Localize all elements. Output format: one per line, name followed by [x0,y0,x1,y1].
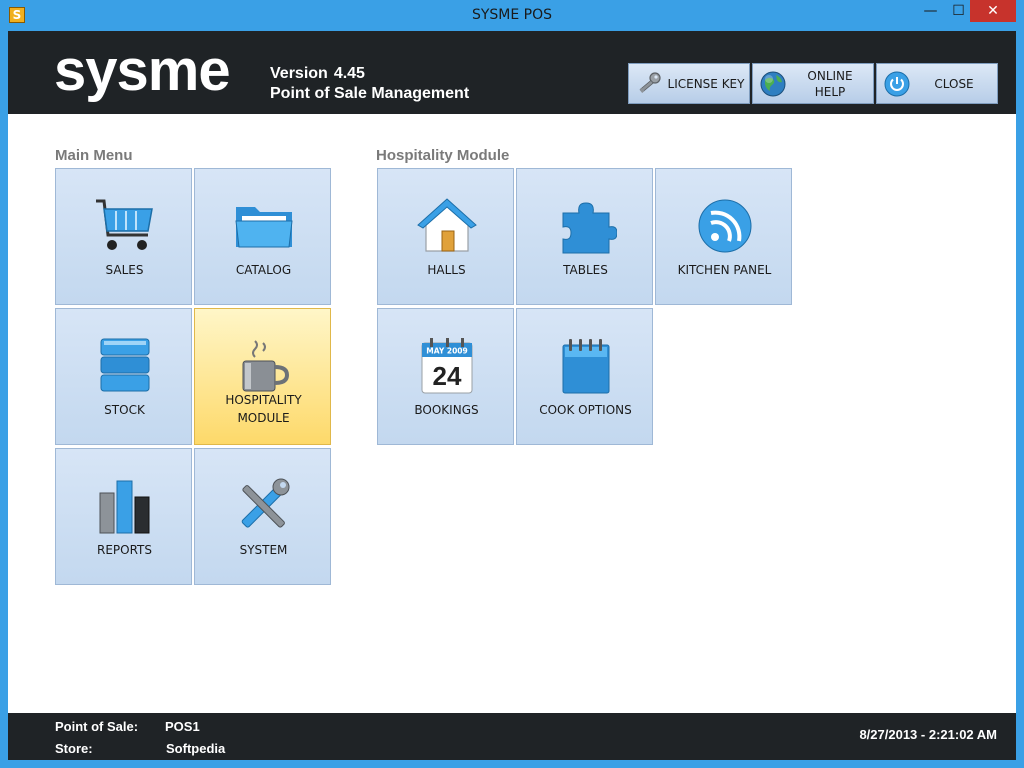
database-icon [100,338,150,392]
tile-hospitality-module[interactable]: HOSPITALITY MODULE [194,308,331,445]
main-menu-title: Main Menu [55,147,133,164]
store-label: Store: [55,741,93,756]
hospitality-module-title: Hospitality Module [376,147,510,164]
datetime-display: 8/27/2013 - 2:21:02 AM [859,727,997,742]
tile-halls-label: HALLS [427,263,466,277]
window-close-button[interactable]: ✕ [970,0,1016,22]
tile-sales-label: SALES [105,263,144,277]
title-bar[interactable]: S SYSME POS — ☐ ✕ [0,0,1024,30]
tile-hospitality-label: HOSPITALITY MODULE [195,391,332,427]
window-title: SYSME POS [471,7,553,23]
tile-cook-options-label: COOK OPTIONS [539,403,632,417]
close-app-button[interactable]: CLOSE [876,63,998,104]
bar-chart-icon [99,480,150,534]
puzzle-piece-icon [562,202,617,254]
minimize-button[interactable]: — [917,0,944,22]
calendar-month-text: MAY 2009 [426,347,467,356]
tile-system-label: SYSTEM [239,543,288,557]
house-icon [417,198,477,252]
tile-bookings[interactable]: MAY 2009 24 BOOKINGS [377,308,514,445]
pos-label: Point of Sale: [55,719,139,734]
app-subtitle: Point of Sale Management [270,85,470,102]
shopping-cart-icon [96,199,153,250]
close-app-label: CLOSE [934,76,974,91]
tile-reports[interactable]: REPORTS [55,448,192,585]
license-key-button[interactable]: LICENSE KEY [628,63,750,104]
online-help-button[interactable]: ONLINE HELP [752,63,874,104]
calendar-icon: MAY 2009 24 [421,338,473,394]
online-help-label: ONLINE HELP [787,68,873,100]
folder-icon [235,207,293,248]
pos-value: POS1 [165,719,200,734]
version-info: Version 4.45 [270,65,365,83]
status-footer: Point of Sale: POS1 Store: Softpedia 8/2… [8,713,1016,760]
notepad-icon [562,339,610,394]
tile-reports-label: REPORTS [96,543,152,557]
tile-bookings-label: BOOKINGS [414,403,479,417]
tile-cook-options[interactable]: COOK OPTIONS [516,308,653,445]
calendar-day-text: 24 [433,361,462,391]
window-frame: S SYSME POS — ☐ ✕ sysme Version 4.45 Poin… [0,0,1024,768]
tools-icon [241,478,290,528]
store-value: Softpedia [166,741,226,756]
client-area: sysme Version 4.45 Point of Sale Manageme… [8,31,1016,760]
tile-tables-label: TABLES [563,263,608,277]
tile-hospitality-line1: HOSPITALITY [225,393,302,407]
tile-kitchen-panel[interactable]: KITCHEN PANEL [655,168,792,305]
app-logo: sysme [54,38,231,103]
tile-hospitality-line2: MODULE [237,411,290,425]
tile-kitchen-panel-label: KITCHEN PANEL [677,263,772,277]
maximize-button[interactable]: ☐ [945,0,972,22]
globe-icon [760,71,786,96]
online-help-line2: HELP [814,84,846,99]
key-icon [639,71,661,93]
app-header: sysme Version 4.45 Point of Sale Manageme… [8,31,1016,114]
version-label: Version [270,65,328,82]
rss-feed-icon [698,199,752,253]
tile-system[interactable]: SYSTEM [194,448,331,585]
license-key-label: LICENSE KEY [667,76,745,91]
tile-catalog-label: CATALOG [235,263,292,277]
coffee-mug-icon [242,340,290,392]
tile-stock[interactable]: STOCK [55,308,192,445]
version-number: 4.45 [333,65,365,82]
power-icon [884,71,910,96]
tile-stock-label: STOCK [104,403,145,417]
tile-tables[interactable]: TABLES [516,168,653,305]
tile-catalog[interactable]: CATALOG [194,168,331,305]
online-help-line1: ONLINE [807,68,853,83]
tile-sales[interactable]: SALES [55,168,192,305]
tile-halls[interactable]: HALLS [377,168,514,305]
